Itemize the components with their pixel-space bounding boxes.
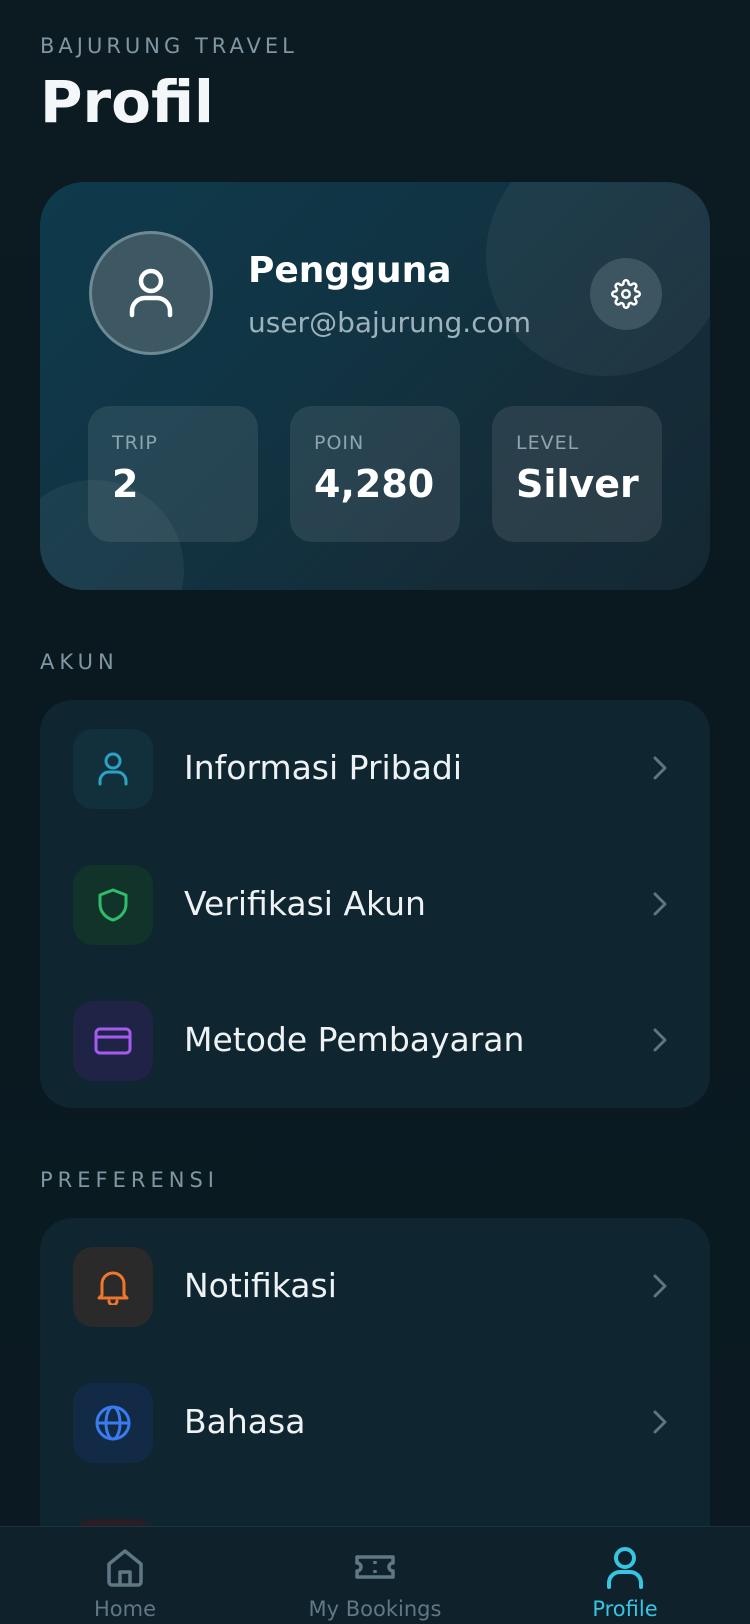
section-label-preferensi: PREFERENSI	[40, 1168, 219, 1192]
menu-icon-box	[73, 865, 153, 945]
profile-screen: BAJURUNG TRAVEL Profil Pengguna user@baj…	[0, 0, 750, 1624]
chevron-right-icon	[653, 1410, 667, 1434]
menu-label: Informasi Pribadi	[184, 748, 463, 787]
menu-item-metode-pembayaran[interactable]: Metode Pembayaran	[40, 972, 710, 1082]
tab-my-bookings[interactable]: My Bookings	[250, 1527, 500, 1624]
bell-icon	[97, 1271, 129, 1305]
gear-icon	[611, 279, 641, 309]
brand-eyebrow: BAJURUNG TRAVEL	[40, 34, 298, 58]
menu-label: Bahasa	[184, 1402, 306, 1441]
section-label-akun: AKUN	[40, 650, 119, 674]
menu-item-verifikasi-akun[interactable]: Verifikasi Akun	[40, 836, 710, 946]
avatar[interactable]	[89, 231, 213, 355]
menu-icon-box	[73, 1247, 153, 1327]
stat-label: LEVEL	[516, 432, 580, 454]
stat-value: 2	[112, 462, 139, 506]
ticket-icon	[355, 1555, 395, 1579]
stat-label: TRIP	[112, 432, 158, 454]
menu-label: Verifikasi Akun	[184, 884, 426, 923]
chevron-right-icon	[653, 756, 667, 780]
chevron-right-icon	[653, 1028, 667, 1052]
menu-item-informasi-pribadi[interactable]: Informasi Pribadi	[40, 700, 710, 810]
bottom-tab-bar: Home My Bookings Profile	[0, 1526, 750, 1624]
globe-icon	[95, 1405, 131, 1441]
stat-trip: TRIP 2	[88, 406, 258, 542]
tab-label: Home	[93, 1597, 156, 1621]
profile-card: Pengguna user@bajurung.com TRIP 2 POIN 4…	[40, 182, 710, 590]
credit-card-icon	[94, 1027, 132, 1055]
tab-label: My Bookings	[308, 1597, 442, 1621]
menu-icon-box	[73, 1383, 153, 1463]
akun-menu-card: Informasi Pribadi Verifikasi Akun Metode…	[40, 700, 710, 1108]
menu-label: Metode Pembayaran	[184, 1020, 525, 1059]
user-email: user@bajurung.com	[248, 306, 532, 339]
chevron-right-icon	[653, 892, 667, 916]
settings-button[interactable]	[590, 258, 662, 330]
menu-icon-box	[73, 729, 153, 809]
stat-poin: POIN 4,280	[290, 406, 460, 542]
stat-level: LEVEL Silver	[492, 406, 662, 542]
shield-icon	[98, 888, 128, 922]
menu-label: Notifikasi	[184, 1266, 337, 1305]
user-icon	[607, 1547, 643, 1589]
user-name: Pengguna	[248, 250, 452, 291]
page-title: Profil	[40, 68, 214, 136]
home-icon	[107, 1549, 143, 1587]
menu-item-notifikasi[interactable]: Notifikasi	[40, 1218, 710, 1328]
tab-label: Profile	[592, 1597, 658, 1621]
user-icon	[98, 752, 128, 786]
menu-item-bahasa[interactable]: Bahasa	[40, 1354, 710, 1464]
tab-profile[interactable]: Profile	[500, 1527, 750, 1624]
chevron-right-icon	[653, 1274, 667, 1298]
stat-value: Silver	[516, 462, 639, 506]
stat-value: 4,280	[314, 462, 435, 506]
user-icon	[129, 268, 173, 318]
menu-icon-box	[73, 1001, 153, 1081]
stat-label: POIN	[314, 432, 365, 454]
tab-home[interactable]: Home	[0, 1527, 250, 1624]
